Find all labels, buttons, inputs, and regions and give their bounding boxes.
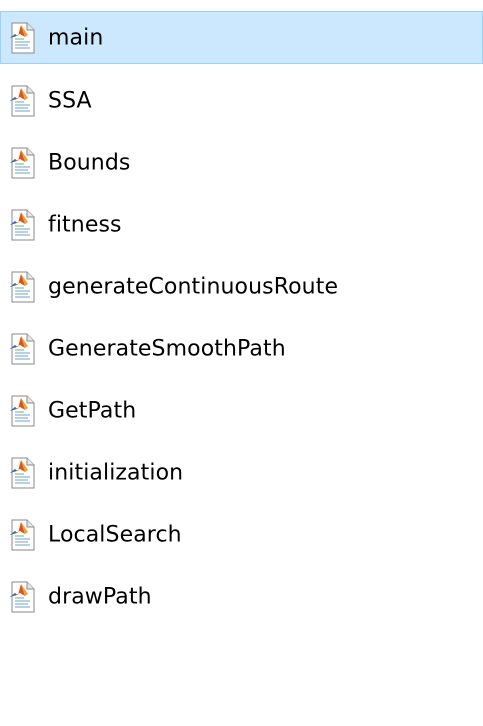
matlab-file-icon [8, 209, 38, 241]
file-name: generateContinuousRoute [48, 274, 339, 299]
matlab-file-icon [8, 271, 38, 303]
file-item-localsearch[interactable]: LocalSearch [0, 508, 483, 561]
matlab-file-icon [8, 581, 38, 613]
file-item-bounds[interactable]: Bounds [0, 136, 483, 189]
matlab-file-icon [8, 147, 38, 179]
matlab-file-icon [8, 395, 38, 427]
file-name: SSA [48, 88, 92, 113]
file-name: Bounds [48, 150, 131, 175]
matlab-file-icon [8, 519, 38, 551]
matlab-file-icon [8, 85, 38, 117]
file-name: GetPath [48, 398, 137, 423]
file-name: GenerateSmoothPath [48, 336, 286, 361]
file-name: fitness [48, 212, 122, 237]
file-item-generatesmoothpath[interactable]: GenerateSmoothPath [0, 322, 483, 375]
file-name: main [48, 25, 104, 50]
file-item-generatecontinuousroute[interactable]: generateContinuousRoute [0, 260, 483, 313]
file-list: main SSA Bounds fitness generateContinuo… [0, 0, 483, 726]
file-item-main[interactable]: main [0, 11, 483, 64]
file-item-getpath[interactable]: GetPath [0, 384, 483, 437]
matlab-file-icon [8, 457, 38, 489]
file-item-ssa[interactable]: SSA [0, 74, 483, 127]
matlab-file-icon [8, 22, 38, 54]
file-name: drawPath [48, 584, 152, 609]
matlab-file-icon [8, 333, 38, 365]
file-name: initialization [48, 460, 184, 485]
file-item-initialization[interactable]: initialization [0, 446, 483, 499]
file-item-drawpath[interactable]: drawPath [0, 570, 483, 623]
file-name: LocalSearch [48, 522, 182, 547]
file-item-fitness[interactable]: fitness [0, 198, 483, 251]
